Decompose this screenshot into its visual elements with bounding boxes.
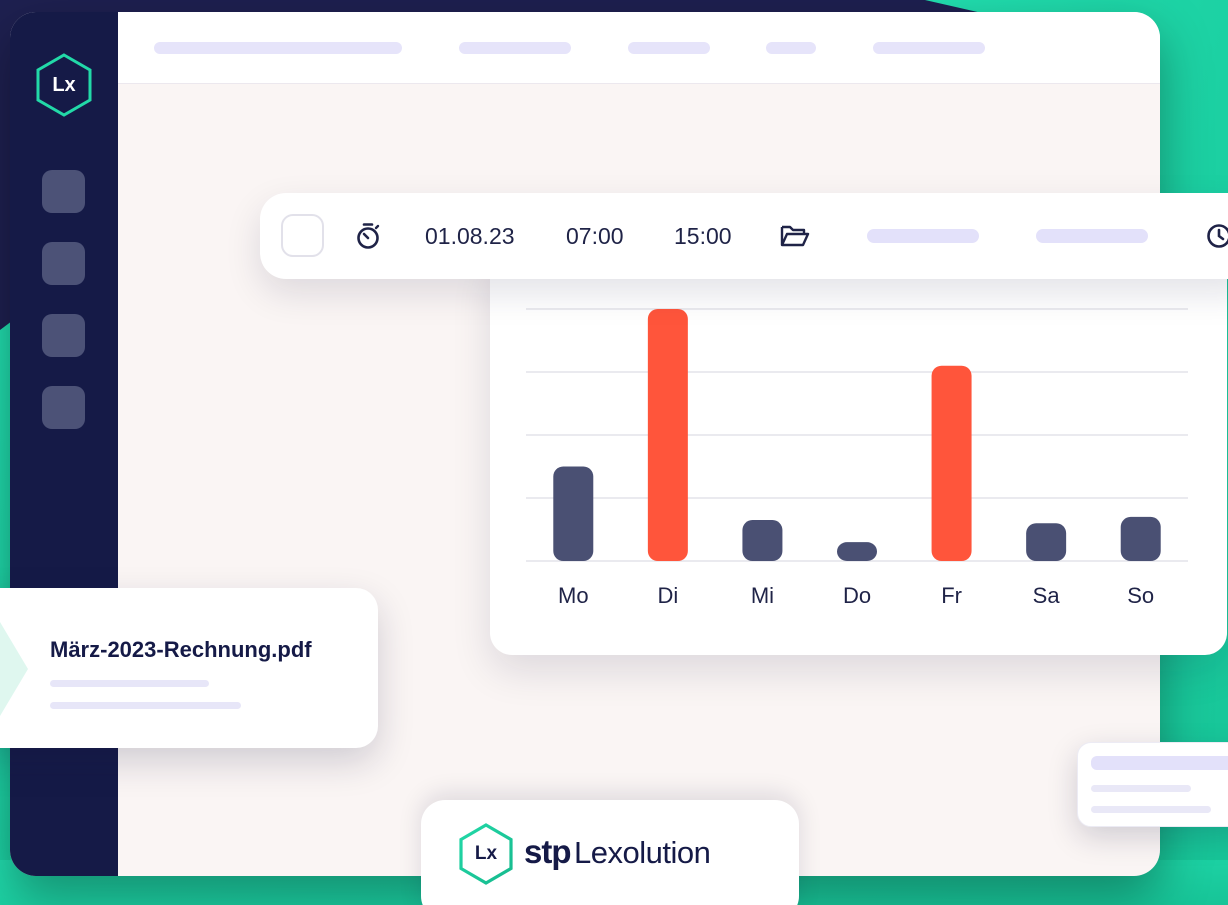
- chart-svg: Mo Di Mi Do Fr Sa So: [526, 308, 1188, 608]
- file-meta-line-2: [50, 702, 241, 709]
- sidebar-item-3[interactable]: [42, 314, 85, 357]
- brand-logo-text: Lx: [474, 843, 498, 864]
- entry-start-time[interactable]: 07:00: [566, 223, 624, 249]
- bar-sa[interactable]: [1026, 523, 1067, 561]
- entry-placeholder-1[interactable]: [867, 229, 979, 243]
- file-name[interactable]: März-2023-Rechnung.pdf: [50, 637, 312, 663]
- entry-end-time[interactable]: 15:00: [674, 223, 732, 249]
- x-tick-label-mo: Mo: [558, 583, 589, 608]
- sidebar-item-4[interactable]: [42, 386, 85, 429]
- x-tick-label-do: Do: [843, 583, 871, 608]
- sidebar-item-2[interactable]: [42, 242, 85, 285]
- notification-line-2: [1091, 785, 1191, 792]
- file-card[interactable]: März-2023-Rechnung.pdf: [0, 588, 378, 748]
- sidebar-item-1[interactable]: [42, 170, 85, 213]
- x-tick-label-fr: Fr: [941, 583, 962, 608]
- brand-name: Lexolution: [574, 835, 711, 870]
- entry-placeholder-2[interactable]: [1036, 229, 1148, 243]
- app-logo-text: Lx: [52, 73, 76, 96]
- file-meta-line-1: [50, 680, 209, 687]
- brand-badge: Lx stp Lexolution: [421, 800, 799, 905]
- top-navigation: [118, 12, 1160, 84]
- x-tick-label-mi: Mi: [751, 583, 774, 608]
- notification-line-1: [1091, 756, 1228, 770]
- bar-do[interactable]: [837, 542, 877, 561]
- x-tick-label-di: Di: [657, 583, 678, 608]
- entry-checkbox[interactable]: [281, 214, 324, 257]
- bar-mi[interactable]: [742, 520, 783, 561]
- chevron-right-icon: [0, 622, 28, 716]
- bar-di[interactable]: [647, 309, 688, 561]
- bar-mo[interactable]: [553, 466, 594, 562]
- folder-open-icon[interactable]: [780, 224, 810, 248]
- notification-card[interactable]: [1077, 742, 1228, 827]
- nav-placeholder-2[interactable]: [459, 42, 571, 54]
- nav-placeholder-4[interactable]: [766, 42, 816, 54]
- nav-placeholder-3[interactable]: [628, 42, 710, 54]
- time-entry-row: 01.08.23 07:00 15:00: [260, 193, 1228, 279]
- weekly-hours-chart: Mo Di Mi Do Fr Sa So: [490, 250, 1227, 655]
- clock-icon[interactable]: [1206, 223, 1228, 249]
- x-tick-label-sa: Sa: [1033, 583, 1061, 608]
- entry-date[interactable]: 01.08.23: [425, 223, 515, 249]
- brand-prefix: stp: [524, 833, 571, 870]
- nav-placeholder-5[interactable]: [873, 42, 985, 54]
- notification-line-3: [1091, 806, 1211, 813]
- bar-fr[interactable]: [931, 365, 972, 561]
- stopwatch-icon[interactable]: [355, 222, 381, 250]
- bar-so[interactable]: [1120, 516, 1161, 561]
- nav-placeholder-1[interactable]: [154, 42, 402, 54]
- x-tick-label-so: So: [1127, 583, 1154, 608]
